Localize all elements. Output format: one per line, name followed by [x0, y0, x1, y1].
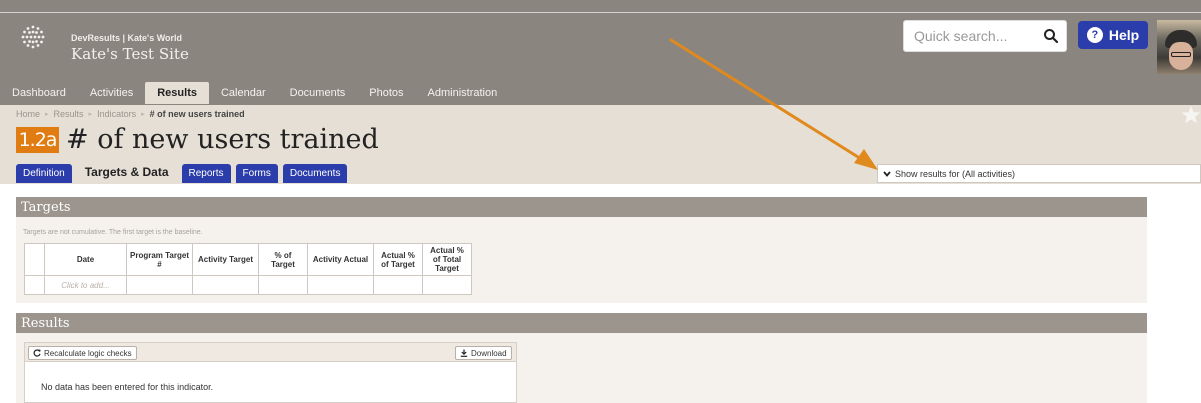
user-avatar[interactable]	[1157, 20, 1201, 74]
nav-documents[interactable]: Documents	[278, 82, 358, 104]
site-name[interactable]: Kate's Test Site	[71, 45, 189, 63]
favorite-star-icon[interactable]	[1181, 104, 1201, 126]
tab-definition[interactable]: Definition	[16, 164, 72, 183]
column-header-date[interactable]: Date	[44, 243, 127, 276]
results-toolbar: Recalculate logic checks Download	[25, 343, 516, 362]
indicator-code-badge: 1.2a	[16, 127, 59, 153]
targets-table: Date Program Target # Activity Target % …	[24, 243, 472, 295]
table-cell	[126, 275, 193, 295]
tab-targets-data[interactable]: Targets & Data	[76, 161, 177, 183]
table-cell	[422, 275, 472, 295]
nav-administration[interactable]: Administration	[416, 82, 510, 104]
page-title: # of new users trained	[66, 124, 379, 155]
results-box: Recalculate logic checks Download No dat…	[24, 342, 517, 403]
table-cell	[307, 275, 374, 295]
search-icon[interactable]	[1043, 28, 1059, 44]
breadcrumb-current: # of new users trained	[149, 109, 245, 119]
results-filter-label: Show results for (All activities)	[895, 168, 1016, 179]
help-label: Help	[1108, 27, 1140, 43]
nav-activities[interactable]: Activities	[78, 82, 145, 104]
download-button[interactable]: Download	[455, 346, 512, 360]
column-header-activity-actual[interactable]: Activity Actual	[307, 243, 374, 276]
column-header-percent-target[interactable]: % of Target	[258, 243, 308, 276]
search-input[interactable]	[914, 28, 1034, 44]
table-cell	[258, 275, 308, 295]
tab-documents[interactable]: Documents	[282, 164, 348, 183]
refresh-icon	[33, 349, 41, 357]
recalculate-label: Recalculate logic checks	[44, 348, 132, 358]
help-button[interactable]: ? Help	[1078, 21, 1148, 49]
nav-dashboard[interactable]: Dashboard	[0, 82, 78, 104]
download-icon	[460, 349, 468, 357]
indicator-tabs: Definition Targets & Data Reports Forms …	[16, 161, 348, 183]
targets-heading: Targets	[16, 197, 1147, 217]
nav-photos[interactable]: Photos	[357, 82, 415, 104]
avatar-glasses	[1171, 52, 1191, 57]
app-header: DevResults | Kate's World Kate's Test Si…	[0, 0, 1201, 105]
breadcrumb-separator-icon: ▸	[88, 111, 93, 118]
breadcrumb-separator-icon: ▸	[45, 111, 49, 118]
table-cell	[373, 275, 423, 295]
column-header-actual-percent[interactable]: Actual % of Target	[373, 243, 423, 276]
empty-results-message: No data has been entered for this indica…	[41, 382, 214, 392]
main-nav: Dashboard Activities Results Calendar Do…	[0, 82, 509, 104]
breadcrumb-separator-icon: ▸	[141, 111, 145, 118]
devresults-logo-icon	[21, 25, 45, 49]
tab-reports[interactable]: Reports	[181, 164, 231, 183]
breadcrumb-indicators[interactable]: Indicators	[97, 109, 136, 119]
nav-calendar[interactable]: Calendar	[209, 82, 278, 104]
download-label: Download	[471, 348, 507, 358]
table-row: Click to add...	[24, 275, 472, 295]
table-cell	[192, 275, 259, 295]
tab-forms[interactable]: Forms	[235, 164, 278, 183]
breadcrumb-home[interactable]: Home	[16, 109, 40, 119]
column-header-actual-percent-total[interactable]: Actual % of Total Target	[422, 243, 472, 276]
top-divider	[0, 12, 1201, 13]
column-header	[24, 243, 45, 276]
targets-note: Targets are not cumulative. The first ta…	[23, 229, 203, 236]
org-name: DevResults | Kate's World	[71, 33, 183, 43]
column-header-program-target[interactable]: Program Target #	[126, 243, 193, 276]
click-to-add-cell[interactable]: Click to add...	[44, 275, 127, 295]
table-header-row: Date Program Target # Activity Target % …	[24, 243, 472, 276]
results-heading: Results	[16, 313, 1147, 333]
quick-search[interactable]	[903, 20, 1067, 52]
results-filter-toggle[interactable]: Show results for (All activities)	[877, 164, 1201, 183]
question-circle-icon: ?	[1086, 27, 1103, 43]
breadcrumb: Home ▸ Results ▸ Indicators ▸ # of new u…	[16, 109, 245, 119]
nav-results[interactable]: Results	[145, 82, 209, 104]
column-header-activity-target[interactable]: Activity Target	[192, 243, 259, 276]
table-cell	[24, 275, 45, 295]
recalculate-button[interactable]: Recalculate logic checks	[28, 346, 137, 360]
breadcrumb-results[interactable]: Results	[54, 109, 84, 119]
chevron-down-icon	[883, 170, 891, 177]
